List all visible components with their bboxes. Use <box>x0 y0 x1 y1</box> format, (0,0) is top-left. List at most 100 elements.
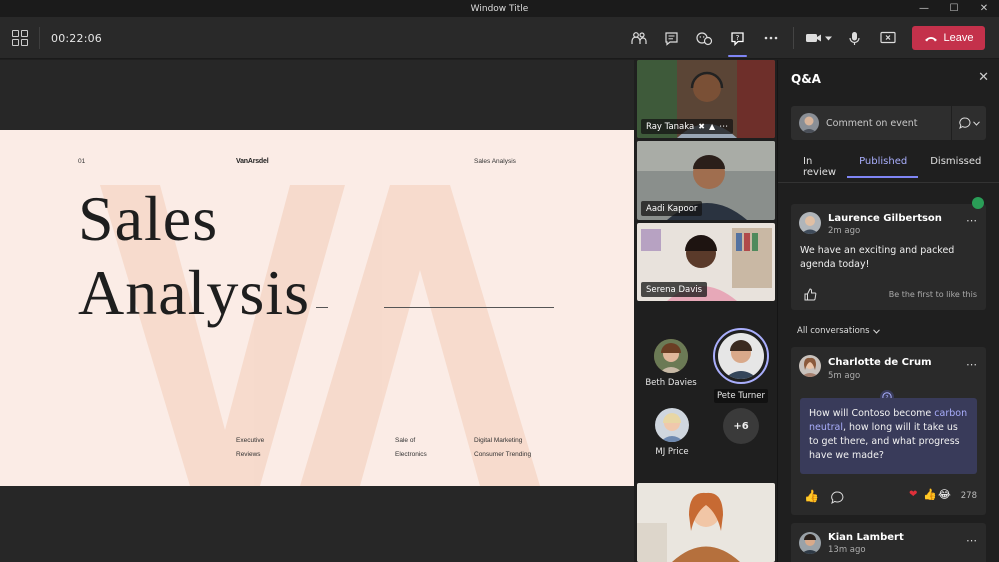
pinned-badge-icon <box>972 197 984 209</box>
slide-logo: VanArsdel <box>236 158 269 165</box>
author-avatar <box>799 355 821 377</box>
reply-icon[interactable] <box>831 489 844 508</box>
avatar-pete-turner-speaking[interactable] <box>713 328 769 384</box>
shared-slide: 01 VanArsdel Sales Analysis Sales Analys… <box>0 130 634 486</box>
more-options-icon[interactable]: ⋯ <box>966 534 978 547</box>
phone-hangup-icon <box>924 36 937 41</box>
slide-title-line1: Sales <box>78 183 219 254</box>
avatar-name: MJ Price <box>655 447 689 457</box>
post-body: We have an exciting and packed agenda to… <box>800 245 955 270</box>
tab-dismissed[interactable]: Dismissed <box>918 156 992 180</box>
question-card: Charlotte de Crum 5m ago ⋯ ? How will Co… <box>791 347 986 515</box>
conversations-label: All conversations <box>797 326 870 336</box>
reaction-count: 278 <box>960 491 977 501</box>
leave-label: Leave <box>943 32 974 44</box>
svg-text:?: ? <box>736 33 740 41</box>
name-tag: Serena Davis <box>641 282 708 297</box>
reactions-icon[interactable] <box>688 25 721 51</box>
like-prompt: Be the first to like this <box>888 290 977 299</box>
pin-icon: ▲ <box>708 122 716 131</box>
stop-share-icon[interactable] <box>871 25 904 51</box>
name-tag: Ray Tanaka ✖ ▲ ⋯ <box>641 119 734 134</box>
leave-button[interactable]: Leave <box>912 26 985 50</box>
more-options-icon[interactable]: ⋯ <box>966 358 978 371</box>
slide-rule-long <box>384 307 554 308</box>
avatar-mj-price[interactable] <box>655 408 689 442</box>
post-card: Laurence Gilbertson 2m ago ⋯ We have an … <box>791 197 986 310</box>
more-options-icon[interactable] <box>754 25 787 51</box>
comment-icon <box>958 117 970 129</box>
avatar-name: Pete Turner <box>714 389 768 403</box>
camera-icon[interactable] <box>800 25 838 51</box>
slide-footer-col3-line1: Digital Marketing <box>474 437 523 444</box>
people-icon[interactable] <box>622 25 655 51</box>
tile-more-icon[interactable]: ⋯ <box>719 122 728 132</box>
slide-rule-short <box>316 307 328 308</box>
tab-published[interactable]: Published <box>847 156 919 180</box>
author-avatar <box>799 532 821 554</box>
maximize-icon[interactable]: ☐ <box>939 0 969 17</box>
panel-title: Q&A <box>791 72 821 86</box>
participant-name: Ray Tanaka <box>646 121 695 132</box>
slide-number: 01 <box>78 158 86 165</box>
toolbar-divider <box>793 27 794 49</box>
slide-footer-col1-line1: Executive <box>236 437 265 444</box>
name-tag: Aadi Kapoor <box>641 201 703 216</box>
video-tile-aadi-kapoor[interactable]: Aadi Kapoor <box>637 141 775 220</box>
post-time: 5m ago <box>828 371 861 381</box>
slide-header-label: Sales Analysis <box>474 158 516 165</box>
slide-title: Sales Analysis <box>78 182 310 330</box>
tab-in-review[interactable]: In review <box>791 156 847 180</box>
slide-footer-col3-line2: Consumer Trending <box>474 451 532 458</box>
author-name: Laurence Gilbertson <box>828 213 942 224</box>
post-time: 2m ago <box>828 226 861 236</box>
slide-title-line2: Analysis <box>78 257 310 328</box>
slide-footer-col1-line2: Reviews <box>236 451 261 458</box>
toolbar-separator <box>39 27 40 49</box>
video-gallery: Ray Tanaka ✖ ▲ ⋯ Aadi Kapoor Serena Davi… <box>634 60 777 562</box>
post-type-dropdown[interactable] <box>952 117 986 129</box>
like-reaction-icon: 👍 <box>923 488 937 501</box>
qa-tabs: In review Published Dismissed <box>791 156 986 180</box>
close-window-icon[interactable]: ✕ <box>969 0 999 17</box>
participant-name: Aadi Kapoor <box>646 203 698 214</box>
microphone-icon[interactable] <box>838 25 871 51</box>
window-titlebar: Window Title — ☐ ✕ <box>0 0 999 17</box>
chevron-down-icon <box>872 328 880 334</box>
author-avatar <box>799 212 821 234</box>
qa-panel: Q&A ✕ Comment on event In review Publish… <box>777 60 999 562</box>
meeting-toolbar: 00:22:06 ? Leave <box>0 17 999 59</box>
overflow-count: +6 <box>733 420 749 432</box>
chevron-down-icon <box>972 120 980 126</box>
content-stage: 01 VanArsdel Sales Analysis Sales Analys… <box>0 60 634 562</box>
close-icon[interactable]: ✕ <box>978 70 989 85</box>
comment-input[interactable]: Comment on event <box>791 106 986 140</box>
minimize-icon[interactable]: — <box>909 0 939 17</box>
heart-reaction-icon: ❤ <box>909 489 918 500</box>
video-tile-ray-tanaka[interactable]: Ray Tanaka ✖ ▲ ⋯ <box>637 60 775 138</box>
question-part1: How will Contoso become <box>809 408 935 419</box>
slide-footer-col2-line1: Sale of <box>395 437 416 444</box>
qa-icon[interactable]: ? <box>721 25 754 57</box>
chat-icon[interactable] <box>655 25 688 51</box>
user-avatar <box>799 113 819 133</box>
avatar-name: Beth Davies <box>645 378 697 388</box>
apps-grid-icon[interactable] <box>12 30 28 46</box>
video-tile-bottom[interactable] <box>637 483 775 562</box>
more-options-icon[interactable]: ⋯ <box>966 214 978 227</box>
avatar-beth-davies[interactable] <box>654 339 688 373</box>
author-name: Charlotte de Crum <box>828 357 932 368</box>
slide-footer-col2-line2: Electronics <box>395 451 427 458</box>
participant-video <box>637 483 775 562</box>
window-controls: — ☐ ✕ <box>909 0 999 17</box>
more-participants-button[interactable]: +6 <box>723 408 759 444</box>
thumbs-up-reaction-icon[interactable]: 👍 <box>804 489 819 503</box>
participant-name: Serena Davis <box>646 284 703 295</box>
laugh-reaction-icon: 😂 <box>938 488 951 501</box>
tabs-divider <box>778 182 999 183</box>
video-tile-serena-davis[interactable]: Serena Davis <box>637 223 775 301</box>
conversations-filter[interactable]: All conversations <box>797 326 880 336</box>
like-icon[interactable] <box>804 286 817 305</box>
author-name: Kian Lambert <box>828 532 904 543</box>
comment-placeholder: Comment on event <box>826 117 918 129</box>
